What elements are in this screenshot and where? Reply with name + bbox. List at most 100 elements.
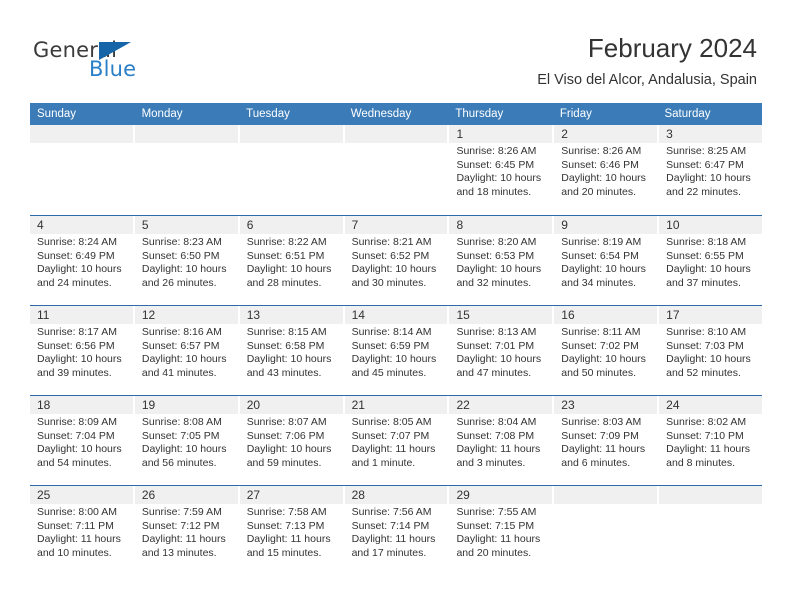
day-number-band: 21 <box>344 396 448 414</box>
calendar-day-cell[interactable]: 8 Sunrise: 8:20 AM Sunset: 6:53 PM Daylight… <box>449 216 553 305</box>
calendar-week-row: 18 Sunrise: 8:09 AM Sunset: 7:04 PM Dayligh… <box>30 395 763 485</box>
calendar-day-cell[interactable]: 1 Sunrise: 8:26 AM Sunset: 6:45 PM Daylight… <box>449 125 553 215</box>
daylight-text-line1: Daylight: 11 hours <box>351 533 436 546</box>
calendar-day-cell[interactable]: 15 Sunrise: 8:13 AM Sunset: 7:01 PM Dayligh… <box>449 306 553 395</box>
day-number: 25 <box>37 488 51 502</box>
daylight-text-line1: Daylight: 10 hours <box>561 263 646 276</box>
day-number: 18 <box>37 398 51 412</box>
calendar-day-cell[interactable]: 28 Sunrise: 7:56 AM Sunset: 7:14 PM Dayligh… <box>344 486 448 575</box>
sunrise-text: Sunrise: 8:25 AM <box>666 145 747 157</box>
location-subtitle: El Viso del Alcor, Andalusia, Spain <box>537 72 757 88</box>
calendar-day-cell[interactable]: 7 Sunrise: 8:21 AM Sunset: 6:52 PM Daylight… <box>344 216 448 305</box>
daylight-text-line2: and 39 minutes. <box>37 366 112 379</box>
day-number: 9 <box>561 218 568 232</box>
calendar-day-cell[interactable]: 13 Sunrise: 8:15 AM Sunset: 6:58 PM Dayligh… <box>239 306 343 395</box>
calendar-day-cell[interactable]: 20 Sunrise: 8:07 AM Sunset: 7:06 PM Dayligh… <box>239 396 343 485</box>
daylight-text-line1: Daylight: 11 hours <box>246 533 331 546</box>
sunset-text: Sunset: 6:45 PM <box>456 158 535 171</box>
calendar-day-cell[interactable]: 11 Sunrise: 8:17 AM Sunset: 6:56 PM Dayligh… <box>30 306 133 395</box>
generalblue-logo[interactable]: General Blue <box>33 38 233 88</box>
daylight-text-line1: Daylight: 10 hours <box>141 443 227 456</box>
sunrise-text: Sunrise: 8:24 AM <box>37 236 117 248</box>
calendar-day-cell[interactable]: 24 Sunrise: 8:02 AM Sunset: 7:10 PM Dayligh… <box>659 396 763 485</box>
sunrise-text: Sunrise: 8:11 AM <box>561 326 641 338</box>
daylight-text-line2: and 18 minutes. <box>456 185 532 198</box>
day-info: Sunrise: 8:26 AM Sunset: 6:46 PM Daylight:… <box>554 143 657 199</box>
daylight-text-line2: and 22 minutes. <box>666 185 741 198</box>
calendar-day-cell[interactable]: 22 Sunrise: 8:04 AM Sunset: 7:08 PM Dayligh… <box>449 396 553 485</box>
daylight-text-line1: Daylight: 10 hours <box>666 172 751 185</box>
day-number-band <box>344 125 448 143</box>
daylight-text-line1: Daylight: 11 hours <box>561 443 646 456</box>
calendar-day-cell[interactable]: 26 Sunrise: 7:59 AM Sunset: 7:12 PM Dayligh… <box>134 486 238 575</box>
day-number-band: 15 <box>449 306 553 324</box>
sunrise-text: Sunrise: 7:56 AM <box>351 506 432 518</box>
calendar-day-cell[interactable]: 12 Sunrise: 8:16 AM Sunset: 6:57 PM Dayligh… <box>134 306 238 395</box>
daylight-text-line2: and 34 minutes. <box>561 276 637 289</box>
day-number-band: 11 <box>30 306 133 324</box>
daylight-text-line2: and 41 minutes. <box>141 366 217 379</box>
day-number: 8 <box>456 218 464 232</box>
sunset-text: Sunset: 7:12 PM <box>141 519 220 532</box>
calendar-day-cell[interactable]: 21 Sunrise: 8:05 AM Sunset: 7:07 PM Dayligh… <box>344 396 448 485</box>
sunset-text: Sunset: 6:57 PM <box>141 339 220 352</box>
calendar-day-cell[interactable]: 10 Sunrise: 8:18 AM Sunset: 6:55 PM Dayligh… <box>659 216 763 305</box>
calendar-day-cell[interactable]: 29 Sunrise: 7:55 AM Sunset: 7:15 PM Dayligh… <box>449 486 553 575</box>
calendar-day-cell[interactable]: 9 Sunrise: 8:19 AM Sunset: 6:54 PM Daylight… <box>554 216 658 305</box>
day-info: Sunrise: 7:56 AM Sunset: 7:14 PM Daylight:… <box>345 504 448 560</box>
weekday-header-saturday: Saturday <box>664 108 711 120</box>
sunrise-text: Sunrise: 7:58 AM <box>246 506 327 518</box>
weekday-header-wednesday: Wednesday <box>350 108 412 120</box>
day-info: Sunrise: 8:03 AM Sunset: 7:09 PM Daylight:… <box>554 414 657 470</box>
sunset-text: Sunset: 6:53 PM <box>456 249 535 262</box>
calendar-page: General Blue February 2024 El Viso del A… <box>0 0 792 612</box>
calendar-day-cell[interactable]: 4 Sunrise: 8:24 AM Sunset: 6:49 PM Daylight… <box>30 216 133 305</box>
calendar-day-cell-empty <box>30 125 133 215</box>
day-info: Sunrise: 8:20 AM Sunset: 6:53 PM Daylight:… <box>449 234 552 290</box>
calendar-day-cell[interactable]: 14 Sunrise: 8:14 AM Sunset: 6:59 PM Dayligh… <box>344 306 448 395</box>
logo-text-blue: Blue <box>89 57 137 81</box>
sunrise-text: Sunrise: 8:15 AM <box>246 326 327 338</box>
day-number-band: 26 <box>134 486 238 504</box>
day-number: 23 <box>561 398 575 412</box>
calendar-day-cell[interactable]: 23 Sunrise: 8:03 AM Sunset: 7:09 PM Dayligh… <box>554 396 658 485</box>
day-info: Sunrise: 8:14 AM Sunset: 6:59 PM Daylight:… <box>345 324 448 380</box>
calendar-day-cell[interactable]: 6 Sunrise: 8:22 AM Sunset: 6:51 PM Daylight… <box>239 216 343 305</box>
calendar-day-cell-empty <box>239 125 343 215</box>
sunrise-text: Sunrise: 8:19 AM <box>561 236 642 248</box>
daylight-text-line2: and 47 minutes. <box>456 366 532 379</box>
weekday-header-tuesday: Tuesday <box>246 108 290 120</box>
calendar-day-cell[interactable]: 2 Sunrise: 8:26 AM Sunset: 6:46 PM Daylight… <box>554 125 658 215</box>
daylight-text-line1: Daylight: 10 hours <box>246 443 332 456</box>
daylight-text-line2: and 24 minutes. <box>37 276 112 289</box>
calendar-day-cell[interactable]: 18 Sunrise: 8:09 AM Sunset: 7:04 PM Dayligh… <box>30 396 133 485</box>
sunrise-text: Sunrise: 8:03 AM <box>561 416 642 428</box>
day-info: Sunrise: 8:26 AM Sunset: 6:45 PM Daylight:… <box>449 143 552 199</box>
day-number: 13 <box>246 308 261 322</box>
day-info: Sunrise: 7:58 AM Sunset: 7:13 PM Daylight:… <box>240 504 343 560</box>
calendar-day-cell[interactable]: 25 Sunrise: 8:00 AM Sunset: 7:11 PM Dayligh… <box>30 486 133 575</box>
day-number-band: 4 <box>30 216 133 234</box>
daylight-text-line2: and 15 minutes. <box>246 546 322 559</box>
day-info: Sunrise: 7:59 AM Sunset: 7:12 PM Daylight:… <box>135 504 238 560</box>
calendar-day-cell[interactable]: 27 Sunrise: 7:58 AM Sunset: 7:13 PM Dayligh… <box>239 486 343 575</box>
sunset-text: Sunset: 6:59 PM <box>351 339 430 352</box>
sunrise-text: Sunrise: 7:55 AM <box>456 506 537 518</box>
calendar-day-cell[interactable]: 3 Sunrise: 8:25 AM Sunset: 6:47 PM Daylight… <box>659 125 763 215</box>
day-number-band: 6 <box>239 216 343 234</box>
daylight-text-line2: and 50 minutes. <box>561 366 637 379</box>
daylight-text-line1: Daylight: 10 hours <box>456 263 542 276</box>
day-number-band <box>659 486 763 504</box>
sunrise-text: Sunrise: 8:13 AM <box>456 326 537 338</box>
calendar-day-cell[interactable]: 17 Sunrise: 8:10 AM Sunset: 7:03 PM Dayligh… <box>659 306 763 395</box>
daylight-text-line2: and 20 minutes. <box>456 546 532 559</box>
sunrise-text: Sunrise: 8:17 AM <box>37 326 117 338</box>
sunset-text: Sunset: 7:11 PM <box>37 519 114 532</box>
day-number-band: 22 <box>449 396 553 414</box>
calendar-day-cell[interactable]: 5 Sunrise: 8:23 AM Sunset: 6:50 PM Daylight… <box>134 216 238 305</box>
calendar-day-cell[interactable]: 19 Sunrise: 8:08 AM Sunset: 7:05 PM Dayligh… <box>134 396 238 485</box>
daylight-text-line2: and 6 minutes. <box>561 456 631 469</box>
page-header: General Blue February 2024 El Viso del A… <box>0 0 792 103</box>
day-number: 26 <box>141 488 156 502</box>
calendar-day-cell[interactable]: 16 Sunrise: 8:11 AM Sunset: 7:02 PM Dayligh… <box>554 306 658 395</box>
